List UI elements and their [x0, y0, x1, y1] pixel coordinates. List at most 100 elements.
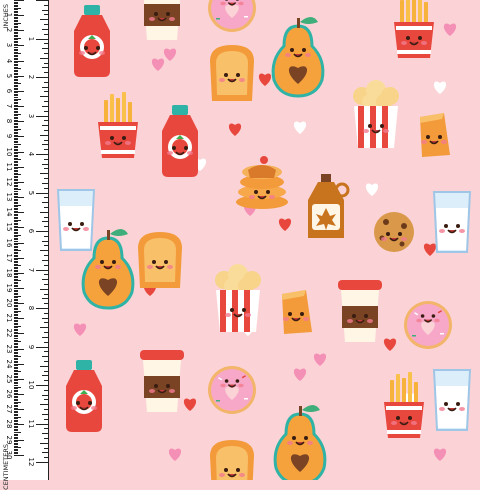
ruler-inch-tick [42, 67, 48, 69]
pear [273, 17, 323, 96]
ruler-cm-number: 14 [5, 207, 13, 217]
ruler-inch-number: 2 [27, 74, 35, 80]
ruler-inch-tick [42, 9, 48, 11]
ruler-cm-number: 9 [5, 134, 13, 139]
ruler-cm-number: 18 [5, 268, 13, 278]
ruler-inch-tick [44, 447, 48, 449]
cheese [420, 113, 450, 157]
ruler-inch-tick [44, 274, 48, 276]
ruler-cm-number: 8 [5, 119, 13, 124]
ruler-cm-number: 24 [5, 359, 13, 369]
ruler-inch-tick [42, 28, 48, 30]
french-fries [98, 92, 138, 158]
ruler-inch-tick [42, 413, 48, 415]
ruler-cm-number: 4 [5, 58, 13, 63]
ruler-cm-number: 30 [5, 450, 13, 460]
ruler-inch-tick [42, 433, 48, 435]
ruler-inch-tick [44, 216, 48, 218]
ruler-inch-tick [40, 57, 48, 59]
ruler-inch-tick [36, 346, 48, 348]
donut [208, 0, 256, 32]
ruler-cm-number: 29 [5, 435, 13, 445]
ruler-inch-tick [36, 308, 48, 309]
ruler-inch-tick [42, 279, 48, 281]
ruler-inch-tick [44, 81, 48, 83]
ruler-inch-tick [40, 404, 48, 406]
donut [404, 301, 452, 349]
ruler-cm-number: 1 [5, 12, 13, 18]
popcorn [215, 264, 261, 332]
ruler-cm-tick [14, 454, 24, 456]
ruler-cm-number: 28 [5, 419, 13, 429]
ruler-inch-number: 1 [27, 36, 35, 41]
ruler-cm-number: 10 [5, 147, 13, 157]
french-fries [394, 0, 434, 58]
ruler-inch-tick [40, 211, 48, 213]
ruler-cm-number: 27 [5, 404, 13, 414]
ruler-inch-tick [44, 428, 48, 430]
ruler-inch-tick [44, 380, 48, 382]
coffee-cup [140, 350, 184, 412]
ruler-inch-tick [44, 14, 48, 16]
ruler-inch-number: 7 [27, 267, 35, 272]
ruler-cm-number: 21 [5, 313, 13, 323]
ruler-inch-tick [44, 351, 48, 353]
ruler-inch-tick [40, 365, 48, 367]
food-pattern-background [23, 0, 480, 480]
ruler-inch-tick [44, 255, 48, 257]
ruler-inch-tick [36, 192, 48, 194]
ruler-inch-tick [36, 115, 48, 117]
cookie [374, 212, 414, 252]
ruler-inch-tick [42, 202, 48, 204]
ruler-cm-number: 20 [5, 298, 13, 308]
milk-glass [58, 190, 94, 250]
ruler-inch-tick [42, 125, 48, 127]
ruler-inch-tick [44, 72, 48, 74]
ruler-inch-tick [44, 322, 48, 324]
coffee-cup [140, 0, 184, 40]
ruler-inch-tick [44, 360, 48, 362]
ruler-inch-tick [44, 149, 48, 151]
ruler-cm-number: 19 [5, 283, 13, 293]
ruler-inch-number: 12 [27, 457, 35, 467]
ruler-inch-tick [42, 221, 48, 223]
ruler-inch-tick [44, 158, 48, 160]
ruler-inch-number: 6 [27, 228, 35, 234]
ketchup-bottle [66, 360, 102, 432]
ruler-inch-tick [44, 226, 48, 228]
ruler-inch-number: 3 [27, 113, 35, 118]
ruler-inch-number: 5 [27, 190, 35, 195]
ruler-inch-tick [44, 197, 48, 199]
ruler-inch-tick [44, 91, 48, 93]
ruler-inch-tick [42, 48, 48, 50]
ruler-inch-tick [42, 105, 48, 107]
ruler-cm-number: 5 [5, 73, 13, 79]
ruler-inch-tick [36, 385, 48, 386]
ruler-inch-tick [44, 389, 48, 391]
ruler-inch-tick [44, 110, 48, 112]
ruler-inch-tick [44, 418, 48, 420]
french-fries [384, 372, 424, 438]
ruler-inch-tick [42, 298, 48, 300]
ruler-inch-tick [44, 264, 48, 266]
toast [210, 45, 254, 101]
ruler-inch-tick [42, 240, 48, 242]
ruler-inch-tick [42, 86, 48, 88]
ruler-inch-tick [44, 187, 48, 189]
measurement-ruler: INCHES CENTIMETERS 1 2 3 4 5 6 7 8 9 10 11 12 13 14 15… [0, 0, 49, 490]
ruler-cm-number: 22 [5, 328, 13, 338]
ruler-inch-tick [40, 96, 48, 98]
ruler-inch-tick [44, 178, 48, 180]
ruler-inch-tick [42, 375, 48, 377]
ruler-inch-tick [40, 19, 48, 21]
ruler-inch-tick [44, 303, 48, 305]
ruler-inch-tick [44, 332, 48, 334]
ruler-cm-number: 25 [5, 374, 13, 384]
ruler-inch-tick [44, 4, 48, 6]
ketchup-bottle [162, 105, 198, 177]
ruler-inch-tick [44, 52, 48, 54]
ruler-inch-number: 11 [27, 419, 35, 428]
ruler-inch-tick [44, 206, 48, 208]
ruler-inch-tick [44, 245, 48, 247]
coffee-cup [338, 280, 382, 342]
